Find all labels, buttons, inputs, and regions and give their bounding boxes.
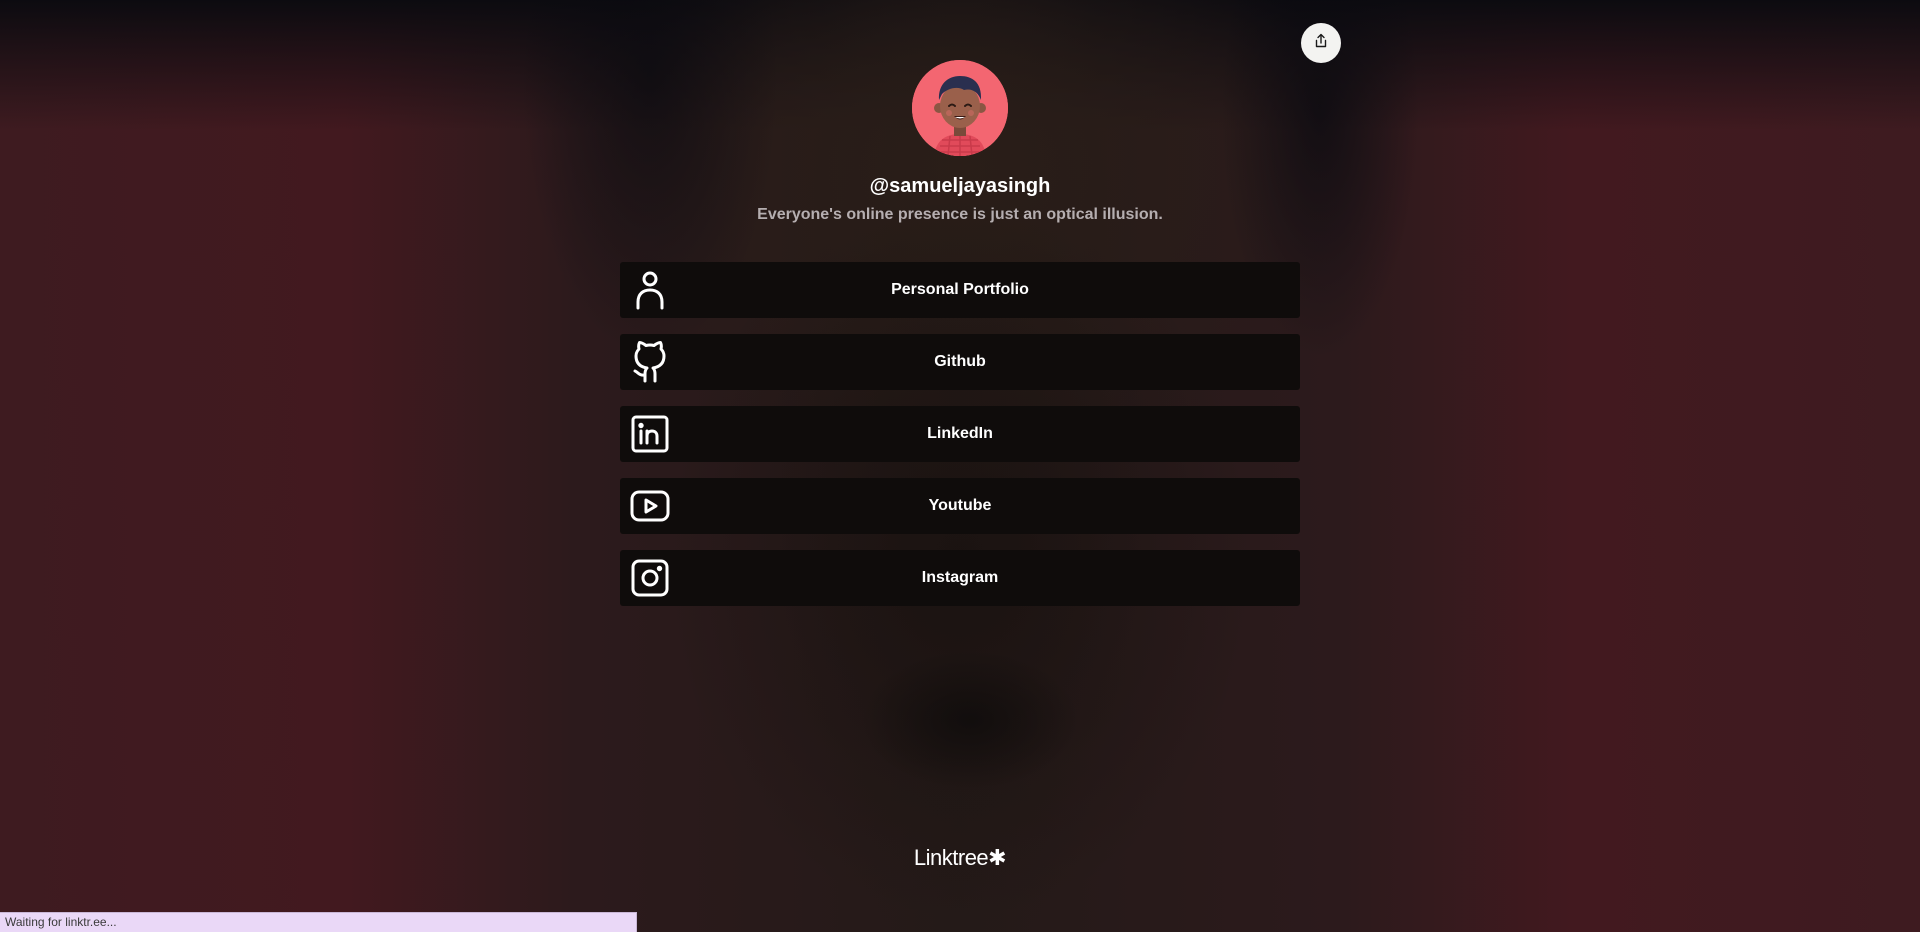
avatar: [912, 60, 1008, 156]
link-personal-portfolio[interactable]: Personal Portfolio: [620, 262, 1300, 318]
link-label: LinkedIn: [927, 425, 993, 442]
linktree-star-icon: ✱: [988, 845, 1007, 870]
link-instagram[interactable]: Instagram: [620, 550, 1300, 606]
avatar-illustration: [912, 60, 1008, 156]
link-label: Github: [934, 353, 986, 370]
youtube-icon: [630, 486, 670, 526]
link-linkedin[interactable]: LinkedIn: [620, 406, 1300, 462]
links-list: Personal Portfolio Github LinkedIn Youtu…: [620, 262, 1300, 622]
share-button[interactable]: [1301, 23, 1341, 63]
share-icon: [1313, 33, 1329, 54]
instagram-icon: [630, 558, 670, 598]
link-github[interactable]: Github: [620, 334, 1300, 390]
github-icon: [630, 341, 670, 383]
browser-status-bar: Waiting for linktr.ee...: [0, 912, 637, 932]
link-youtube[interactable]: Youtube: [620, 478, 1300, 534]
profile-username: @samueljayasingh: [869, 175, 1051, 197]
status-text: Waiting for linktr.ee...: [5, 915, 117, 929]
profile-header: @samueljayasingh Everyone's online prese…: [0, 60, 1920, 225]
linktree-logo[interactable]: Linktree✱: [0, 845, 1920, 871]
link-label: Personal Portfolio: [891, 281, 1029, 298]
linkedin-icon: [630, 414, 670, 454]
person-icon: [630, 270, 670, 310]
profile-bio: Everyone's online presence is just an op…: [757, 206, 1163, 223]
link-label: Youtube: [928, 497, 992, 514]
background-shade: [860, 650, 1080, 790]
link-label: Instagram: [921, 569, 999, 586]
linktree-logo-text: Linktree: [913, 845, 989, 870]
